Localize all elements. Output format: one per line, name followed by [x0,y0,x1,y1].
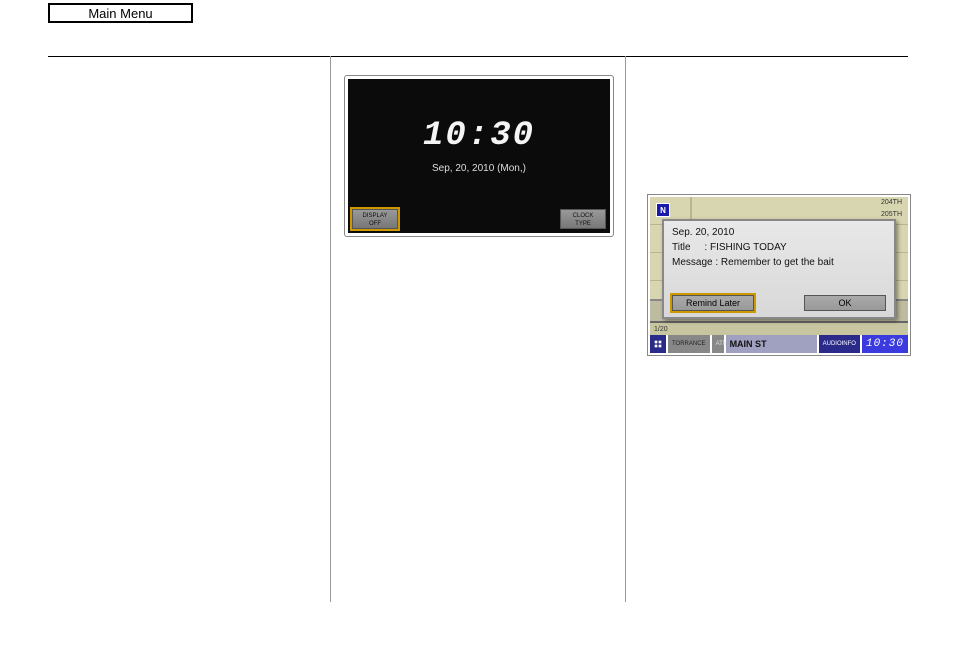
display-off-l2: OFF [353,220,397,228]
status-audio-button[interactable]: AUDIO INFO [819,335,862,353]
clock-date: Sep, 20, 2010 (Mon,) [348,163,610,174]
remind-later-label: Remind Later [686,298,740,308]
status-city: TORRANCE [668,335,712,353]
status-street-text: MAIN ST [730,339,767,349]
status-bar: TORRANCE ATM MAIN ST AUDIO INFO 10:30 [650,335,908,353]
main-menu-label: Main Menu [88,6,152,21]
grid-icon [654,338,662,350]
compass-letter: N [660,206,666,215]
status-street: MAIN ST [726,335,819,353]
display-off-button[interactable]: DISPLAY OFF [352,209,398,229]
map-scale: 1/20 [654,326,668,333]
ok-button[interactable]: OK [804,295,886,311]
main-menu-box: Main Menu [48,3,193,23]
popup-title-value: FISHING TODAY [710,242,787,253]
status-time: 10:30 [862,335,908,353]
road-label-205th: 205TH [881,211,902,218]
clock-type-l1: CLOCK [561,212,605,220]
compass-icon[interactable]: N [656,203,670,217]
status-icon-button[interactable] [650,335,668,353]
clock-type-button[interactable]: CLOCK TYPE [560,209,606,229]
popup-title-label: Title [672,242,691,253]
popup-date: Sep. 20, 2010 [672,225,886,240]
clock-time: 10:30 [348,117,610,155]
display-off-l1: DISPLAY [353,212,397,220]
reminder-popup: Sep. 20, 2010 Title : FISHING TODAY Mess… [662,219,896,319]
clock-screen: 10:30 Sep, 20, 2010 (Mon,) DISPLAY OFF C… [345,76,613,236]
road-label-204th: 204TH [881,199,902,206]
status-audio-l2: INFO [842,341,856,348]
column-divider-left [330,56,331,602]
status-city-text: TORRANCE [672,341,706,347]
map-screen: 204TH 205TH N Sep. 20, 2010 Title : FISH… [648,195,910,355]
status-time-text: 10:30 [866,338,904,350]
column-divider-right [625,56,626,602]
popup-message-label: Message [672,257,713,268]
ok-label: OK [838,298,851,308]
horizontal-rule [48,56,908,57]
popup-message-row: Message : Remember to get the bait [672,255,886,270]
clock-type-l2: TYPE [561,220,605,228]
status-audio-l1: AUDIO [823,341,842,348]
status-atm: ATM [712,335,726,353]
popup-message-value: Remember to get the bait [721,257,834,268]
remind-later-button[interactable]: Remind Later [672,295,754,311]
popup-title-row: Title : FISHING TODAY [672,240,886,255]
